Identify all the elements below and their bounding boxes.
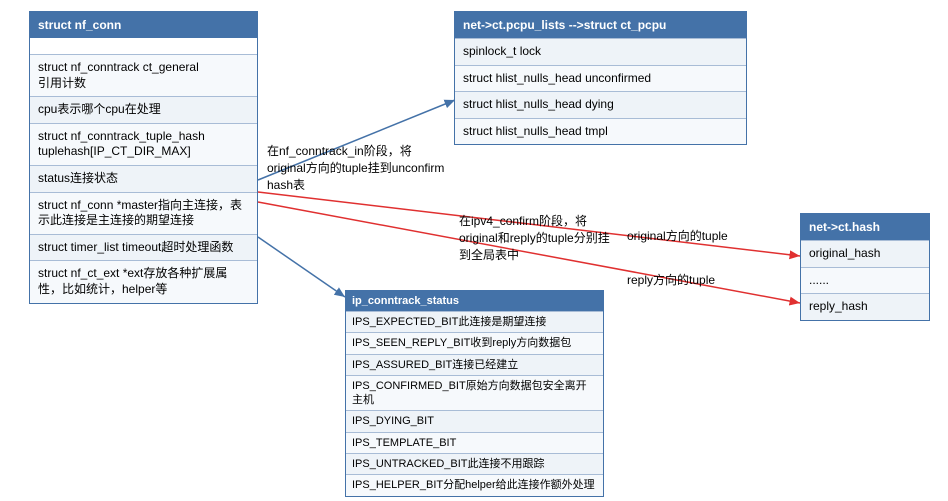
nf-conn-row: struct nf_conntrack_tuple_hash tuplehash… (30, 123, 257, 165)
box-nf-conn: struct nf_conn struct nf_conntrack ct_ge… (29, 11, 258, 304)
ct-pcpu-row: struct hlist_nulls_head dying (455, 91, 746, 118)
status-enum-row: IPS_SEEN_REPLY_BIT收到reply方向数据包 (346, 332, 603, 353)
ct-hash-row: ...... (801, 267, 929, 294)
ct-hash-row: original_hash (801, 240, 929, 267)
ct-hash-row: reply_hash (801, 293, 929, 320)
ct-pcpu-row: struct hlist_nulls_head unconfirmed (455, 65, 746, 92)
nf-conn-row: cpu表示哪个cpu在处理 (30, 96, 257, 123)
annotation-confirm: 在ipv4_confirm阶段，将original和reply的tuple分别挂… (459, 213, 619, 263)
ct-pcpu-row: struct hlist_nulls_head tmpl (455, 118, 746, 145)
status-enum-row: IPS_EXPECTED_BIT此连接是期望连接 (346, 311, 603, 332)
status-enum-row: IPS_ASSURED_BIT连接已经建立 (346, 354, 603, 375)
box-nf-conn-title: struct nf_conn (30, 12, 257, 38)
box-ct-hash-title: net->ct.hash (801, 214, 929, 240)
nf-conn-row: struct nf_conntrack ct_general 引用计数 (30, 54, 257, 96)
box-ct-hash: net->ct.hash original_hash ...... reply_… (800, 213, 930, 321)
box-ct-pcpu: net->ct.pcpu_lists -->struct ct_pcpu spi… (454, 11, 747, 145)
line-status-to-enum (258, 237, 345, 297)
annotation-original-tuple: original方向的tuple (627, 228, 728, 245)
status-enum-row: IPS_CONFIRMED_BIT原始方向数据包安全离开主机 (346, 375, 603, 411)
nf-conn-row: struct nf_ct_ext *ext存放各种扩展属性，比如统计，helpe… (30, 260, 257, 302)
status-enum-row: IPS_UNTRACKED_BIT此连接不用跟踪 (346, 453, 603, 474)
nf-conn-row: struct nf_conn *master指向主连接，表示此连接是主连接的期望… (30, 192, 257, 234)
box-status-enum: ip_conntrack_status IPS_EXPECTED_BIT此连接是… (345, 290, 604, 497)
annotation-unconfirm: 在nf_conntrack_in阶段，将original方向的tuple挂到un… (267, 143, 447, 193)
annotation-reply-tuple: reply方向的tuple (627, 272, 715, 289)
nf-conn-row: struct timer_list timeout超时处理函数 (30, 234, 257, 261)
box-status-enum-title: ip_conntrack_status (346, 291, 603, 311)
status-enum-row: IPS_DYING_BIT (346, 410, 603, 431)
box-ct-pcpu-title: net->ct.pcpu_lists -->struct ct_pcpu (455, 12, 746, 38)
status-enum-row: IPS_HELPER_BIT分配helper给此连接作额外处理 (346, 474, 603, 495)
ct-pcpu-row: spinlock_t lock (455, 38, 746, 65)
nf-conn-row: status连接状态 (30, 165, 257, 192)
status-enum-row: IPS_TEMPLATE_BIT (346, 432, 603, 453)
